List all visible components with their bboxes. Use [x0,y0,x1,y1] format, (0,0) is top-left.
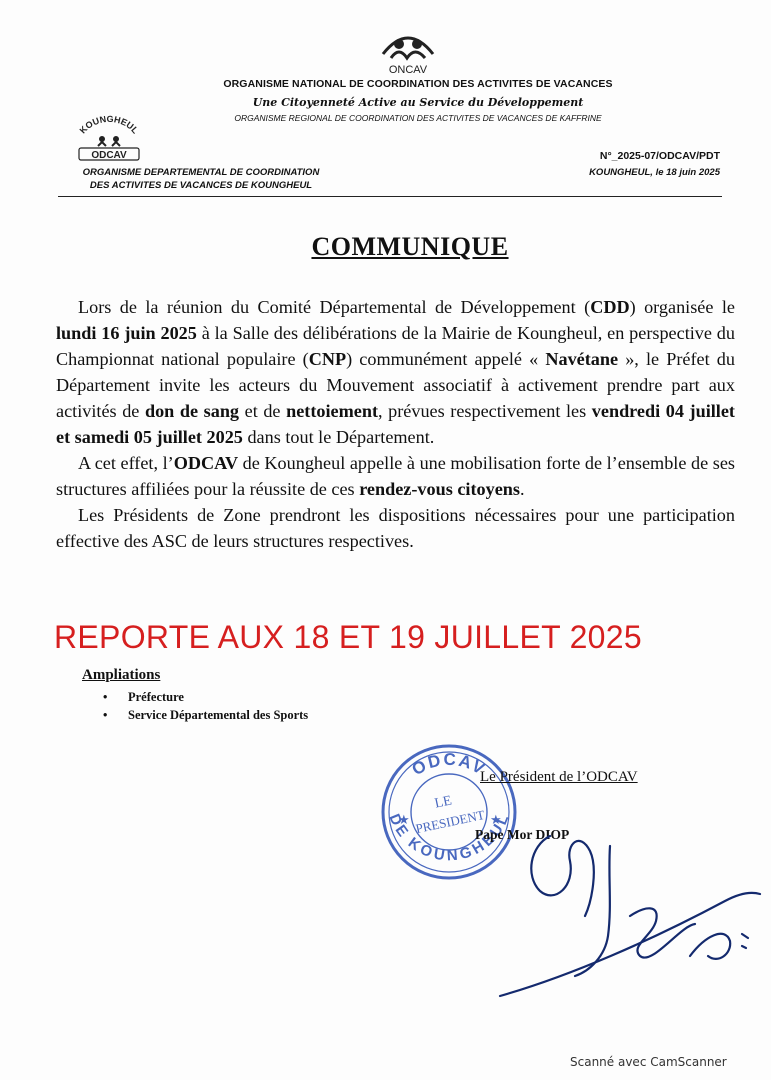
paragraph-2: A cet effet, l’ODCAV de Koungheul appell… [56,450,735,502]
oncav-logo-text: ONCAV [389,64,428,76]
odcav-logo-top-text: KOUNGHEUL [78,114,141,136]
text-bold: lundi 16 juin 2025 [56,323,197,343]
list-item: Préfecture [101,688,308,706]
text-span: dans tout le Département. [242,427,435,447]
list-item: Service Départemental des Sports [101,706,308,724]
paragraph-3: Les Présidents de Zone prendront les dis… [56,505,735,551]
odcav-koungheul-logo: KOUNGHEUL ODCAV [78,114,141,161]
reference-number: N°_2025-07/ODCAV/PDT [599,150,720,162]
text-span: Lors de la réunion du Comité Département… [78,297,591,317]
org-departmental-name: ORGANISME DEPARTEMENTAL DE COORDINATION … [56,166,346,192]
communique-body: Lors de la réunion du Comité Département… [56,294,735,554]
text-bold: nettoiement [286,401,379,421]
handwritten-signature [498,834,762,998]
stamp-inner-text-1: LE [433,793,453,811]
ampliations-list: Préfecture Service Départemental des Spo… [101,688,308,724]
org-slogan: Une Citoyenneté Active au Service du Dév… [252,96,584,109]
svg-text:★: ★ [398,813,410,828]
text-bold: don de sang [144,401,240,421]
text-span: A cet effet, l’ [78,453,174,473]
org-dept-line-2: DES ACTIVITES DE VACANCES DE KOUNGHEUL [89,180,313,191]
signatory-title: Le Président de l’ODCAV [480,769,638,785]
scanner-watermark: Scanné avec CamScanner [570,1055,727,1069]
text-span: , prévues respectivement les [378,401,592,421]
org-dept-line-1: ORGANISME DEPARTEMENTAL DE COORDINATION [82,167,320,178]
text-bold: CDD [590,297,630,317]
paragraph-1: Lors de la réunion du Comité Département… [56,294,735,450]
org-national-name: ORGANISME NATIONAL DE COORDINATION DES A… [223,78,613,90]
header-divider [58,196,722,197]
text-span: ) organisée le [629,297,736,317]
ampliations-title: Ampliations [82,667,161,683]
text-bold: ODCAV [173,453,239,473]
text-span: . [520,479,525,499]
odcav-logo-bottom-text: ODCAV [91,150,127,161]
text-span: et de [239,401,287,421]
place-date: KOUNGHEUL, le 18 juin 2025 [589,167,720,178]
postponement-notice: REPORTE AUX 18 ET 19 JUILLET 2025 [54,619,642,655]
svg-text:ODCAV: ODCAV [409,750,490,779]
stamp-top-text: ODCAV [409,750,488,779]
oncav-logo: ONCAV [381,36,435,76]
text-span: ) communément appelé « [346,349,546,369]
org-regional-name: ORGANISME REGIONAL DE COORDINATION DES A… [234,113,602,123]
svg-text:KOUNGHEUL: KOUNGHEUL [78,114,141,136]
text-bold: Navétane [545,349,619,369]
text-bold: CNP [308,349,347,369]
text-bold: rendez-vous citoyens [359,479,520,499]
document-title: COMMUNIQUE [311,232,509,261]
